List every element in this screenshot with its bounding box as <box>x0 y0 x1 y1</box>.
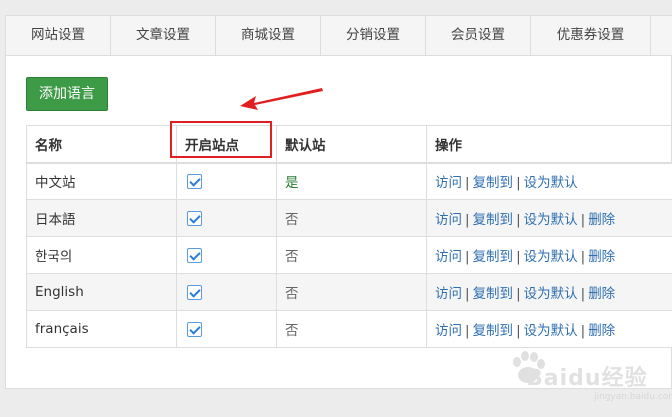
table-row: 中文站是访问 | 复制到 | 设为默认 <box>26 162 672 200</box>
action-separator: | <box>465 249 470 265</box>
enabled-cell <box>176 310 277 348</box>
action-separator: | <box>580 212 586 228</box>
tab-coupon-settings[interactable]: 优惠券设置 <box>531 16 651 55</box>
action-separator: | <box>516 212 521 228</box>
action-separator: | <box>516 286 521 302</box>
action-separator: | <box>465 175 470 192</box>
enabled-checkbox[interactable] <box>187 247 202 263</box>
enabled-checkbox[interactable] <box>187 284 202 300</box>
action-separator: | <box>580 249 586 265</box>
action-separator: | <box>465 212 470 228</box>
default-site-cell: 否 <box>276 273 427 311</box>
visit-link[interactable]: 访问 <box>435 286 462 302</box>
language-name-cell: 中文站 <box>26 162 177 200</box>
enabled-cell <box>176 236 277 274</box>
default-site-cell: 否 <box>276 236 427 274</box>
visit-link[interactable]: 访问 <box>435 249 462 265</box>
tab-member-settings[interactable]: 会员设置 <box>426 16 531 55</box>
enabled-cell <box>176 199 277 237</box>
default-site-cell: 否 <box>276 310 427 348</box>
visit-link[interactable]: 访问 <box>435 323 462 339</box>
table-row: English 否访问 | 复制到 | 设为默认 | 删除 <box>26 273 672 311</box>
copy-to-link[interactable]: 复制到 <box>473 249 514 265</box>
delete-link[interactable]: 删除 <box>588 212 615 228</box>
action-separator: | <box>516 249 521 265</box>
actions-cell: 访问 | 复制到 | 设为默认 | 删除 <box>426 273 672 311</box>
copy-to-link[interactable]: 复制到 <box>473 212 514 228</box>
set-default-link[interactable]: 设为默认 <box>524 212 578 228</box>
watermark-url: jingyan.baidu.com <box>594 392 672 402</box>
header-enabled: 开启站点 <box>176 125 277 164</box>
tab-distribution-settings[interactable]: 分销设置 <box>321 16 426 55</box>
table-row: français 否访问 | 复制到 | 设为默认 | 删除 <box>26 310 672 348</box>
enabled-checkbox[interactable] <box>187 321 202 337</box>
actions-cell: 访问 | 复制到 | 设为默认 | 删除 <box>426 310 672 348</box>
action-separator: | <box>465 286 470 302</box>
enabled-checkbox[interactable] <box>187 173 202 189</box>
action-separator: | <box>516 175 521 192</box>
action-separator: | <box>580 323 586 339</box>
set-default-link[interactable]: 设为默认 <box>524 323 578 339</box>
set-default-link[interactable]: 设为默认 <box>524 249 578 265</box>
enabled-checkbox[interactable] <box>187 210 202 226</box>
add-language-button[interactable]: 添加语言 <box>26 77 108 111</box>
language-name-cell: 한국의 <box>26 236 177 274</box>
action-separator: | <box>516 323 521 339</box>
set-default-link[interactable]: 设为默认 <box>524 286 578 302</box>
set-default-link[interactable]: 设为默认 <box>524 175 578 191</box>
visit-link[interactable]: 访问 <box>435 212 462 228</box>
tab-article-settings[interactable]: 文章设置 <box>111 16 216 55</box>
action-separator: | <box>465 323 470 339</box>
visit-link[interactable]: 访问 <box>435 175 462 191</box>
delete-link[interactable]: 删除 <box>588 249 615 265</box>
enabled-cell <box>176 273 277 311</box>
default-site-cell: 是 <box>276 162 427 200</box>
header-actions: 操作 <box>426 125 672 164</box>
delete-link[interactable]: 删除 <box>588 323 615 339</box>
language-table: 名称 开启站点 默认站 操作 中文站是访问 | 复制到 | 设为默认 日本語否访问 | 复制到… <box>26 125 672 348</box>
default-site-cell: 否 <box>276 199 427 237</box>
language-name-cell: français <box>26 310 177 348</box>
copy-to-link[interactable]: 复制到 <box>473 175 514 191</box>
actions-cell: 访问 | 复制到 | 设为默认 | 删除 <box>426 236 672 274</box>
table-row: 한국의 否访问 | 复制到 | 设为默认 | 删除 <box>26 236 672 274</box>
copy-to-link[interactable]: 复制到 <box>473 323 514 339</box>
header-name: 名称 <box>26 125 177 164</box>
enabled-cell <box>176 162 277 200</box>
table-row: 日本語否访问 | 复制到 | 设为默认 | 删除 <box>26 199 672 237</box>
actions-cell: 访问 | 复制到 | 设为默认 <box>426 162 672 200</box>
table-header-row: 名称 开启站点 默认站 操作 <box>26 125 672 164</box>
language-name-cell: English <box>26 273 177 311</box>
actions-cell: 访问 | 复制到 | 设为默认 | 删除 <box>426 199 672 237</box>
tab-mall-settings[interactable]: 商城设置 <box>216 16 321 55</box>
settings-tabs: 网站设置 文章设置 商城设置 分销设置 会员设置 优惠券设置 <box>5 15 672 56</box>
action-separator: | <box>580 286 586 302</box>
delete-link[interactable]: 删除 <box>588 286 615 302</box>
tab-site-settings[interactable]: 网站设置 <box>6 16 111 55</box>
language-name-cell: 日本語 <box>26 199 177 237</box>
header-default: 默认站 <box>276 125 427 164</box>
copy-to-link[interactable]: 复制到 <box>473 286 514 302</box>
